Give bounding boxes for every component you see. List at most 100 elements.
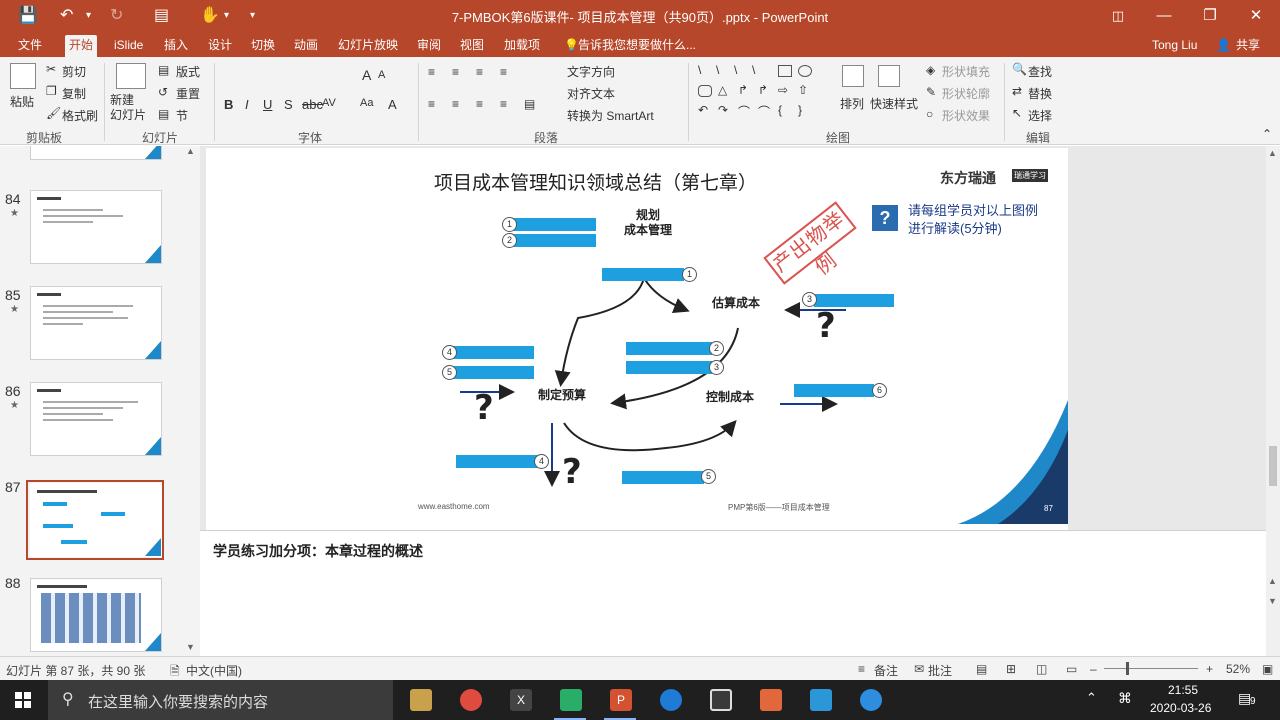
font-size-select[interactable] (316, 63, 356, 83)
paste-icon[interactable] (10, 63, 36, 89)
tab-design[interactable]: 设计 (204, 35, 236, 57)
quick-styles-icon[interactable] (878, 65, 900, 87)
slide-thumbnail[interactable] (30, 190, 162, 264)
next-slide-icon[interactable]: ▼ (1268, 596, 1277, 606)
justify-icon[interactable]: ≡ (500, 97, 507, 111)
taskbar-app-board[interactable] (800, 684, 840, 716)
find-icon[interactable]: 🔍 (1012, 62, 1027, 76)
strikethrough-icon[interactable]: S (284, 97, 293, 112)
shape-arrow-icon[interactable]: ⇨ (778, 83, 788, 97)
collapse-ribbon-icon[interactable]: ⌃ (1262, 127, 1272, 141)
taskbar-app-explorer[interactable] (400, 684, 440, 716)
section-icon[interactable]: ▤ (158, 107, 169, 121)
paste-button[interactable]: 粘贴 (10, 93, 34, 110)
tab-islide[interactable]: iSlide (110, 35, 147, 57)
shape-rounded-rect-icon[interactable] (698, 85, 712, 97)
section-button[interactable]: 节 (176, 107, 188, 124)
taskbar-app-excel[interactable]: X (500, 684, 540, 716)
scroll-thumb[interactable] (1269, 446, 1277, 486)
slide-sorter-icon[interactable]: ⊞ (1006, 662, 1016, 676)
windows-start-icon[interactable] (15, 692, 31, 708)
notes-icon[interactable]: ≡ (858, 662, 865, 676)
select-icon[interactable]: ↖ (1012, 106, 1022, 120)
text-direction-button[interactable]: 文字方向 (567, 63, 615, 80)
zoom-in-icon[interactable]: + (1206, 662, 1213, 676)
comments-toggle-button[interactable]: 批注 (928, 662, 952, 679)
cut-button[interactable]: 剪切 (62, 63, 86, 80)
comments-icon[interactable]: ✉ (914, 662, 924, 676)
format-painter-icon[interactable]: 🖌 (46, 106, 61, 120)
tell-me-box[interactable]: 告诉我您想要做什么... (574, 35, 700, 57)
char-spacing-icon[interactable]: AV (322, 97, 336, 109)
new-slide-button[interactable]: 新建 幻灯片 (110, 93, 146, 123)
tab-home[interactable]: 开始 (65, 35, 98, 57)
underline-icon[interactable]: U (263, 97, 272, 112)
shape-fill-button[interactable]: 形状填充 (942, 63, 990, 80)
tab-slideshow[interactable]: 幻灯片放映 (334, 35, 402, 57)
shape-outline-icon[interactable]: ✎ (926, 85, 936, 99)
tab-transitions[interactable]: 切换 (247, 35, 279, 57)
columns-icon[interactable]: ▤ (524, 97, 535, 111)
thumbnail-scrollbar[interactable]: ▲ ▼ (186, 146, 198, 656)
shape-connector-icon[interactable]: ↱ (758, 83, 768, 97)
taskbar-app-orange[interactable] (750, 684, 790, 716)
scroll-up-icon[interactable]: ▲ (1268, 148, 1277, 158)
slide-thumbnail-current[interactable] (30, 483, 162, 557)
shape-line-icon[interactable]: \ (734, 63, 737, 77)
language-indicator[interactable]: 中文(中国) (186, 662, 242, 679)
shape-oval-icon[interactable] (798, 65, 812, 77)
taskbar-app-wechat[interactable] (550, 684, 590, 720)
zoom-level[interactable]: 52% (1226, 662, 1250, 676)
copy-button[interactable]: 复制 (62, 85, 86, 102)
arrange-icon[interactable] (842, 65, 864, 87)
tab-insert[interactable]: 插入 (160, 35, 192, 57)
prev-slide-icon[interactable]: ▲ (1268, 576, 1277, 586)
shape-effects-icon[interactable]: ○ (926, 107, 933, 121)
taskbar-app-chrome[interactable] (450, 684, 490, 716)
align-text-button[interactable]: 对齐文本 (567, 85, 615, 102)
reset-icon[interactable]: ↺ (158, 85, 168, 99)
reading-view-icon[interactable]: ◫ (1036, 662, 1047, 676)
format-painter-button[interactable]: 格式刷 (62, 107, 98, 124)
align-left-icon[interactable]: ≡ (428, 97, 435, 111)
shape-curve-icon[interactable]: ↶ (698, 103, 708, 117)
shape-connector-icon[interactable]: ↱ (738, 83, 748, 97)
convert-smartart-button[interactable]: 转换为 SmartArt (567, 107, 654, 124)
slide-thumbnail[interactable] (30, 286, 162, 360)
taskbar-search-box[interactable]: ⚲ 在这里输入你要搜索的内容 (48, 680, 393, 720)
scroll-down-icon[interactable]: ▼ (186, 642, 195, 652)
current-slide[interactable]: 项目成本管理知识领域总结（第七章） 东方瑞通 瑞通学习 ? 请每组学员对以上图例… (206, 148, 1068, 530)
shape-line-icon[interactable]: \ (698, 63, 701, 77)
shapes-gallery[interactable]: \ \ \ \ △ ↱ ↱ ⇨ ⇧ ↶ ↷ ⌒ ⌒ { } (696, 63, 832, 123)
tab-animations[interactable]: 动画 (290, 35, 322, 57)
italic-icon[interactable]: I (245, 97, 249, 112)
layout-button[interactable]: 版式 (176, 63, 200, 80)
shape-fill-icon[interactable]: ◈ (926, 63, 935, 77)
tab-view[interactable]: 视图 (456, 35, 488, 57)
indent-icon[interactable]: ≡ (476, 65, 483, 79)
zoom-slider-thumb[interactable] (1126, 662, 1129, 675)
ribbon-display-icon[interactable]: ◫ (1098, 3, 1138, 29)
slide-thumbnail[interactable] (30, 578, 162, 652)
scissors-icon[interactable]: ✂ (46, 62, 56, 76)
align-right-icon[interactable]: ≡ (476, 97, 483, 111)
shape-rect-icon[interactable] (778, 65, 792, 77)
shape-brace-icon[interactable]: } (798, 103, 802, 117)
align-center-icon[interactable]: ≡ (452, 97, 459, 111)
shadow-icon[interactable]: abc (302, 97, 323, 112)
notes-pane[interactable]: 学员练习加分项：本章过程的概述 (200, 530, 1266, 656)
font-color-icon[interactable]: A (388, 97, 397, 112)
change-case-icon[interactable]: Aa (360, 97, 373, 109)
tab-review[interactable]: 审阅 (413, 35, 445, 57)
decrease-font-icon[interactable]: A (378, 69, 385, 81)
fit-to-window-icon[interactable]: ▣ (1262, 662, 1273, 676)
clock-date[interactable]: 2020-03-26 (1150, 701, 1211, 715)
copy-icon[interactable]: ❐ (46, 84, 57, 98)
layout-icon[interactable]: ▤ (158, 63, 169, 77)
taskbar-app-powerpoint[interactable]: P (600, 684, 640, 720)
normal-view-icon[interactable]: ▤ (976, 662, 987, 676)
shape-line-icon[interactable]: \ (752, 63, 755, 77)
share-button[interactable]: 共享 (1232, 35, 1264, 57)
minimize-icon[interactable]: — (1144, 3, 1184, 29)
slide-thumbnail[interactable] (30, 146, 162, 160)
